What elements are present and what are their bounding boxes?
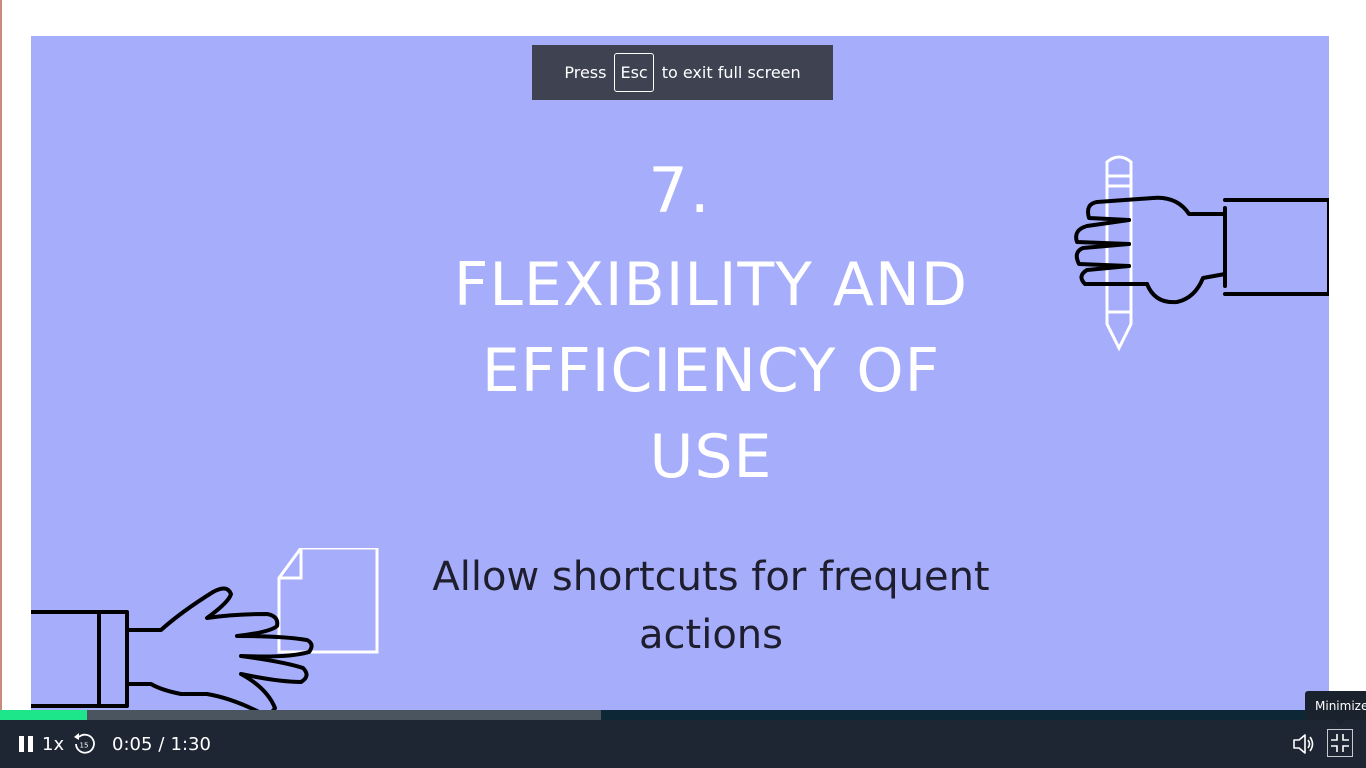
- hand-holding-paper-illustration: [31, 548, 379, 710]
- exit-fullscreen-toast: Press Esc to exit full screen: [532, 45, 833, 100]
- current-time: 0:05: [112, 733, 153, 755]
- progress-played: [0, 710, 87, 720]
- pause-icon: [19, 736, 33, 752]
- playback-speed-button[interactable]: 1x: [42, 732, 64, 756]
- slide-heading: FLEXIBILITY AND EFFICIENCY OF USE: [331, 242, 1091, 500]
- rewind-15-icon: 15: [74, 733, 95, 754]
- slide-subtitle-line: Allow shortcuts for frequent: [432, 554, 990, 600]
- progress-buffered: [0, 710, 601, 720]
- toast-prefix: Press: [564, 63, 607, 82]
- pause-button[interactable]: [14, 732, 38, 756]
- hand-holding-pencil-illustration: [1074, 155, 1329, 352]
- time-separator: /: [158, 733, 165, 755]
- video-slide: 7. FLEXIBILITY AND EFFICIENCY OF USE All…: [31, 36, 1329, 710]
- slide-subtitle-line: actions: [639, 612, 783, 658]
- esc-key-label: Esc: [614, 53, 654, 92]
- progress-bar[interactable]: [0, 710, 1366, 720]
- slide-heading-line: FLEXIBILITY AND: [453, 250, 969, 320]
- rewind-15-button[interactable]: 15: [71, 731, 97, 757]
- minimize-button[interactable]: [1327, 729, 1353, 757]
- minimize-tooltip: Minimize: [1305, 691, 1366, 720]
- frame-edge: [0, 0, 2, 710]
- volume-button[interactable]: [1291, 731, 1317, 757]
- slide-subtitle: Allow shortcuts for frequent actions: [411, 548, 1011, 664]
- volume-icon: [1293, 734, 1314, 754]
- tooltip-arrow: [1334, 720, 1346, 726]
- rewind-seconds-label: 15: [80, 742, 89, 750]
- toast-suffix: to exit full screen: [661, 63, 801, 82]
- timecode: 0:05 / 1:30: [112, 732, 211, 756]
- duration: 1:30: [170, 733, 211, 755]
- player-controls: 1x 15 0:05 / 1:30: [0, 720, 1366, 768]
- slide-heading-line: EFFICIENCY OF: [481, 336, 941, 406]
- slide-heading-line: USE: [649, 422, 773, 492]
- minimize-icon: [1331, 734, 1349, 752]
- video-player-screen[interactable]: 7. FLEXIBILITY AND EFFICIENCY OF USE All…: [0, 0, 1366, 710]
